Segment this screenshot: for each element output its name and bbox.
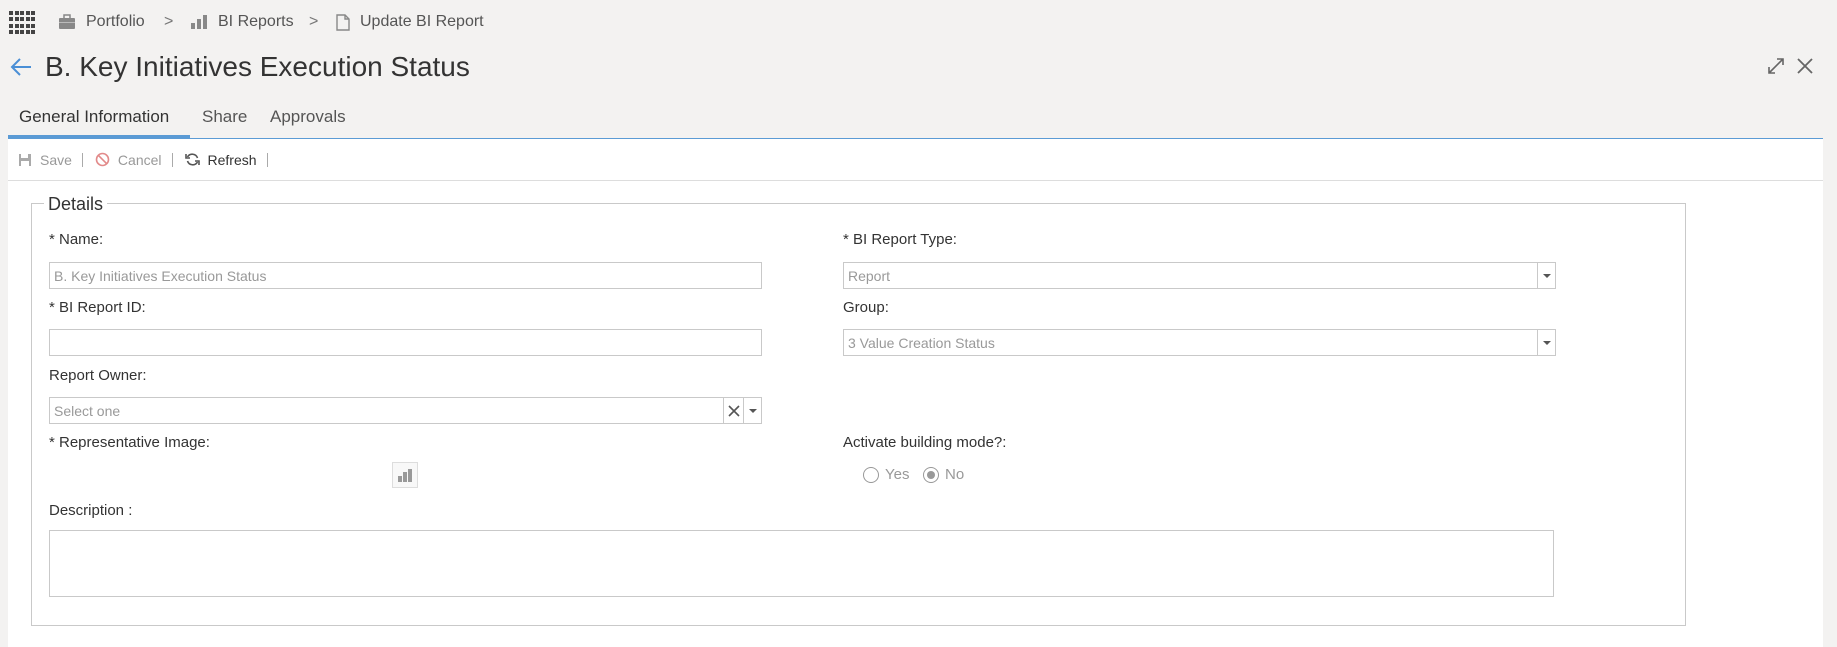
save-icon [19, 153, 31, 166]
report-owner-placeholder: Select one [54, 403, 121, 419]
bi-report-type-value: Report [848, 268, 891, 284]
details-legend: Details [44, 194, 108, 215]
report-owner-select[interactable]: Select one [49, 397, 762, 424]
breadcrumb-separator: > [164, 13, 174, 30]
bi-report-type-select[interactable]: Report [843, 262, 1556, 289]
dropdown-arrow-icon[interactable] [1537, 330, 1555, 355]
refresh-button[interactable]: Refresh [184, 151, 257, 168]
expand-icon[interactable] [1767, 57, 1785, 75]
save-button[interactable]: Save [18, 152, 72, 168]
description-label: Description : [49, 502, 133, 519]
dropdown-arrow-icon[interactable] [1537, 263, 1555, 288]
close-icon[interactable] [1796, 57, 1814, 75]
breadcrumb-separator: > [309, 13, 319, 30]
top-bar: Portfolio > BI Reports > Update BI Repor… [0, 0, 1837, 46]
save-label: Save [40, 151, 72, 168]
cancel-icon [95, 152, 110, 167]
page-title: B. Key Initiatives Execution Status [45, 51, 470, 82]
building-mode-no-radio[interactable]: No [923, 466, 964, 483]
tab-general-information[interactable]: General Information [8, 104, 190, 138]
cancel-label: Cancel [117, 151, 162, 168]
refresh-label: Refresh [207, 151, 257, 168]
clear-icon[interactable] [723, 398, 743, 423]
representative-image-label: * Representative Image: [49, 434, 210, 451]
radio-circle [923, 466, 939, 483]
radio-label: Yes [885, 466, 910, 483]
main-panel: Save Cancel Refresh Details * Name: B. K… [8, 139, 1823, 647]
toolbar-divider [266, 152, 268, 167]
breadcrumb-portfolio[interactable]: Portfolio [58, 13, 145, 31]
group-select[interactable]: 3 Value Creation Status [843, 329, 1556, 356]
report-owner-label: Report Owner: [49, 367, 147, 384]
tab-share[interactable]: Share [202, 104, 247, 138]
breadcrumb-label: Update BI Report [360, 13, 484, 30]
toolbar: Save Cancel Refresh [8, 139, 1823, 181]
toolbar-divider [81, 152, 83, 167]
bi-report-type-label: * BI Report Type: [843, 231, 957, 248]
apps-grid-icon[interactable] [9, 11, 35, 35]
breadcrumb-label: BI Reports [218, 13, 294, 30]
name-field[interactable]: B. Key Initiatives Execution Status [49, 262, 762, 289]
bar-chart-icon [191, 15, 207, 29]
dropdown-arrow-icon[interactable] [743, 398, 761, 423]
details-fieldset: Details * Name: B. Key Initiatives Execu… [31, 194, 1686, 626]
briefcase-icon [59, 14, 75, 29]
building-mode-yes-radio[interactable]: Yes [863, 466, 909, 483]
breadcrumb-label: Portfolio [86, 13, 145, 30]
radio-circle [863, 466, 879, 483]
bi-report-id-label: * BI Report ID: [49, 299, 146, 316]
breadcrumb-bi-reports[interactable]: BI Reports [190, 13, 294, 31]
building-mode-label: Activate building mode?: [843, 434, 1007, 451]
description-textarea[interactable] [49, 530, 1554, 597]
chart-thumbnail-icon [398, 469, 412, 482]
document-icon [336, 13, 350, 31]
group-label: Group: [843, 299, 889, 316]
name-label: * Name: [49, 231, 104, 248]
refresh-icon [184, 153, 200, 166]
tab-bar: General Information Share Approvals [8, 104, 1823, 139]
breadcrumb-update-bi-report[interactable]: Update BI Report [336, 13, 484, 31]
tab-approvals[interactable]: Approvals [270, 104, 346, 138]
back-arrow-icon[interactable] [10, 57, 32, 77]
group-value: 3 Value Creation Status [848, 335, 995, 351]
representative-image-thumbnail[interactable] [392, 462, 418, 488]
bi-report-id-field[interactable] [49, 329, 762, 356]
radio-label: No [945, 466, 965, 483]
toolbar-divider [171, 152, 173, 167]
cancel-button[interactable]: Cancel [95, 152, 162, 168]
